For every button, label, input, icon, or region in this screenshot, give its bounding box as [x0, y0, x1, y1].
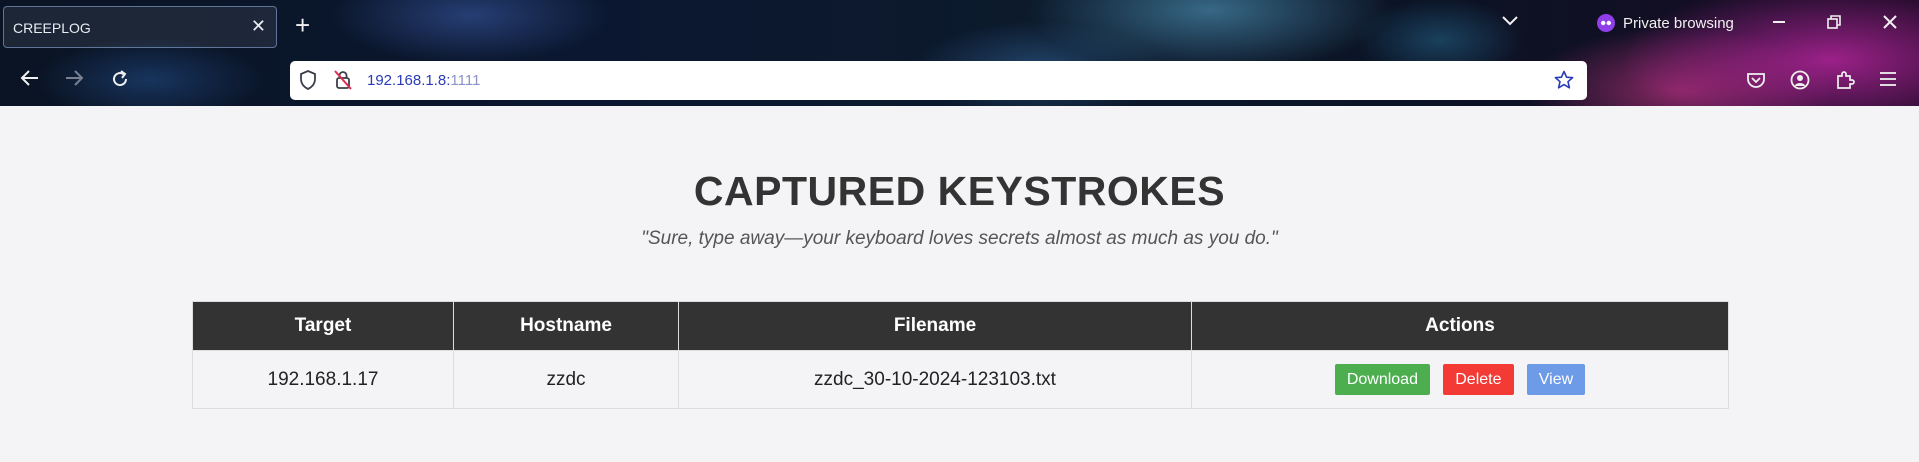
minimize-icon[interactable]: [1772, 15, 1786, 29]
shield-icon[interactable]: [299, 70, 317, 90]
plus-icon[interactable]: +: [295, 12, 310, 38]
private-browsing-indicator: Private browsing: [1597, 14, 1734, 32]
table-header-row: Target Hostname Filename Actions: [192, 301, 1729, 351]
close-icon[interactable]: ✕: [251, 16, 266, 36]
page-subtitle: "Sure, type away—your keyboard loves sec…: [641, 228, 1278, 249]
url-text[interactable]: 192.168.1.8:1111: [367, 72, 480, 89]
address-bar[interactable]: 192.168.1.8:1111: [290, 61, 1587, 100]
reload-icon[interactable]: [110, 69, 130, 89]
puzzle-icon[interactable]: [1835, 70, 1855, 90]
account-icon[interactable]: [1790, 70, 1810, 90]
url-port: 1111: [450, 72, 481, 89]
column-header-actions: Actions: [1191, 301, 1729, 351]
cell-hostname: zzdc: [453, 350, 679, 409]
pocket-icon[interactable]: [1746, 70, 1766, 90]
cell-actions: Download Delete View: [1191, 350, 1729, 409]
view-button[interactable]: View: [1526, 364, 1586, 395]
url-host: 192.168.1.8:: [367, 72, 451, 89]
forward-arrow-icon[interactable]: [64, 69, 84, 87]
download-button[interactable]: Download: [1334, 364, 1430, 395]
column-header-target: Target: [192, 301, 454, 351]
lock-slash-icon[interactable]: [334, 70, 352, 90]
cell-target: 192.168.1.17: [192, 350, 454, 409]
restore-icon[interactable]: [1827, 15, 1841, 29]
page-title: CAPTURED KEYSTROKES: [693, 168, 1226, 214]
mask-icon: [1597, 14, 1615, 32]
star-icon[interactable]: [1554, 70, 1574, 90]
back-arrow-icon[interactable]: [20, 69, 40, 87]
tab-title: CREEPLOG: [13, 20, 91, 36]
browser-tab[interactable]: CREEPLOG ✕: [3, 6, 277, 48]
delete-button[interactable]: Delete: [1443, 364, 1514, 395]
table-row: 192.168.1.17 zzdc zzdc_30-10-2024-123103…: [192, 350, 1729, 409]
close-icon[interactable]: [1883, 15, 1897, 29]
column-header-hostname: Hostname: [453, 301, 679, 351]
column-header-filename: Filename: [678, 301, 1192, 351]
hamburger-menu-icon[interactable]: [1879, 70, 1897, 88]
keystrokes-table: Target Hostname Filename Actions 192.168…: [192, 301, 1729, 409]
cell-filename: zzdc_30-10-2024-123103.txt: [678, 350, 1192, 409]
private-browsing-label: Private browsing: [1623, 14, 1734, 32]
browser-chrome: CREEPLOG ✕ + Private browsing 192.168.1.…: [0, 0, 1919, 106]
chevron-down-icon[interactable]: [1501, 14, 1519, 28]
